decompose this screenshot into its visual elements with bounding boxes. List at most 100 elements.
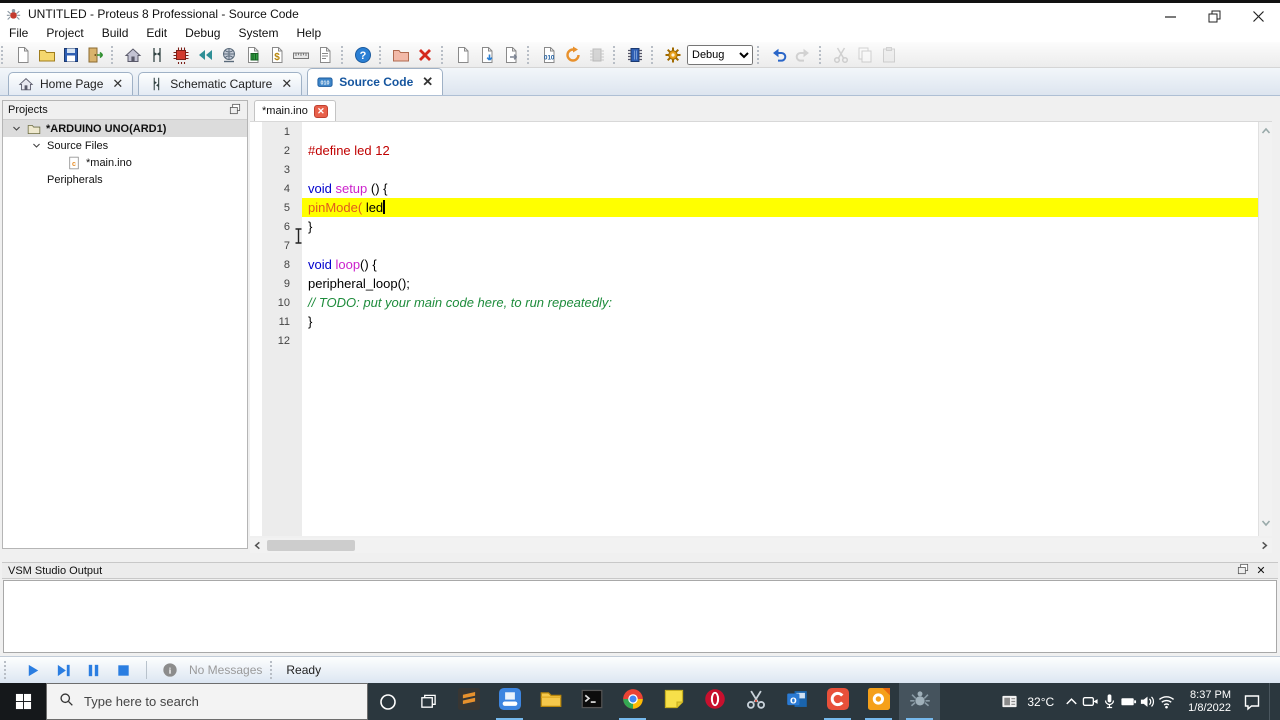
scroll-up-icon[interactable]: [1260, 124, 1272, 142]
close-source-file-button[interactable]: [413, 44, 437, 66]
chevron-up-icon[interactable]: [1063, 693, 1080, 710]
taskbar-app-chrome[interactable]: [612, 683, 653, 720]
temperature-label[interactable]: 32°C: [1027, 695, 1054, 709]
taskbar-search-input[interactable]: Type here to search: [46, 683, 368, 720]
cortana-icon[interactable]: [368, 683, 408, 720]
line-number: 9: [283, 277, 290, 290]
close-button[interactable]: [1236, 6, 1280, 26]
menu-item-edit[interactable]: Edit: [137, 25, 176, 42]
editor-horizontal-scrollbar[interactable]: [250, 538, 1272, 553]
open-project-button[interactable]: [35, 44, 59, 66]
tab-close-icon[interactable]: ✕: [112, 77, 123, 90]
design-notes-button[interactable]: [313, 44, 337, 66]
show-desktop-button[interactable]: [1269, 683, 1274, 720]
menu-item-system[interactable]: System: [229, 25, 287, 42]
open-source-file-button[interactable]: [389, 44, 413, 66]
code-line: 9 peripheral_loop();: [250, 274, 1258, 293]
menu-item-build[interactable]: Build: [93, 25, 138, 42]
windows-taskbar: Type here to search o 32°C 8:37 PM 1/8/2…: [0, 683, 1280, 720]
scroll-left-icon[interactable]: [250, 540, 265, 551]
settings-gear-button[interactable]: [661, 44, 685, 66]
play-button[interactable]: [18, 659, 48, 681]
debug-chip-button[interactable]: [623, 44, 647, 66]
float-panel-icon[interactable]: [228, 102, 242, 119]
tree-item-peripherals[interactable]: Peripherals: [3, 171, 247, 188]
float-panel-icon[interactable]: [1236, 562, 1250, 579]
start-button[interactable]: [0, 683, 46, 720]
tab-home-page[interactable]: Home Page ✕: [8, 72, 134, 95]
step-button[interactable]: [48, 659, 78, 681]
news-widget-icon[interactable]: [1001, 693, 1018, 710]
pause-button[interactable]: [78, 659, 108, 681]
help-button[interactable]: ?: [351, 44, 375, 66]
undo-button[interactable]: [767, 44, 791, 66]
import-source-file-button[interactable]: [475, 44, 499, 66]
tab-source-code[interactable]: 010 Source Code ✕: [307, 68, 444, 95]
menu-item-help[interactable]: Help: [287, 25, 330, 42]
menu-item-debug[interactable]: Debug: [176, 25, 229, 42]
restore-button[interactable]: [1192, 6, 1236, 26]
editor-vertical-scrollbar[interactable]: [1258, 122, 1272, 536]
tree-item--main-ino[interactable]: c *main.ino: [3, 154, 247, 171]
back-annotate-button[interactable]: [193, 44, 217, 66]
close-panel-icon[interactable]: ✕: [1250, 564, 1272, 577]
3d-visualizer-button[interactable]: [217, 44, 241, 66]
taskbar-app-gom-player[interactable]: [858, 683, 899, 720]
build-project-button[interactable]: 010: [537, 44, 561, 66]
microphone-icon[interactable]: [1101, 693, 1118, 710]
schematic-capture-button[interactable]: [145, 44, 169, 66]
cut-button: [829, 44, 853, 66]
taskbar-app-command-prompt[interactable]: [571, 683, 612, 720]
tree-item--arduino-uno-ard1-[interactable]: *ARDUINO UNO(ARD1): [3, 120, 247, 137]
design-explorer-button[interactable]: [241, 44, 265, 66]
code-editor[interactable]: 1 2 #define led 12 3 4 void setup () {5 pinMod…: [250, 122, 1258, 536]
action-center-icon[interactable]: [1243, 693, 1261, 711]
code-line: 11}: [250, 312, 1258, 331]
new-project-button[interactable]: [11, 44, 35, 66]
status-bar: i No Messages Ready: [0, 656, 1280, 683]
taskbar-app-sticky-notes[interactable]: [653, 683, 694, 720]
menu-item-file[interactable]: File: [0, 25, 37, 42]
pcb-layout-button[interactable]: [169, 44, 193, 66]
wifi-icon[interactable]: [1158, 693, 1175, 710]
taskbar-app-camtasia[interactable]: [817, 683, 858, 720]
taskbar-app-file-explorer[interactable]: [530, 683, 571, 720]
export-source-file-button[interactable]: [499, 44, 523, 66]
taskbar-app-outlook[interactable]: o: [776, 683, 817, 720]
taskbar-app-sublime-text[interactable]: [448, 683, 489, 720]
chevron-down-icon[interactable]: [31, 140, 43, 151]
new-source-file-button[interactable]: [451, 44, 475, 66]
horizontal-scroll-thumb[interactable]: [267, 540, 355, 551]
chevron-down-icon[interactable]: [11, 123, 23, 134]
menu-item-project[interactable]: Project: [37, 25, 92, 42]
svg-text:$: $: [274, 52, 280, 63]
save-project-button[interactable]: [59, 44, 83, 66]
tab-close-icon[interactable]: ✕: [422, 75, 433, 88]
taskbar-app-opera[interactable]: [694, 683, 735, 720]
editor-tab-close-icon[interactable]: ✕: [313, 104, 328, 118]
minimize-button[interactable]: [1148, 6, 1192, 26]
measurement-button[interactable]: [289, 44, 313, 66]
taskbar-clock[interactable]: 8:37 PM 1/8/2022: [1184, 689, 1235, 715]
tabschem-icon: [148, 76, 164, 92]
taskbar-app-snipping-tool[interactable]: [735, 683, 776, 720]
home-page-button[interactable]: [121, 44, 145, 66]
tab-schematic-capture[interactable]: Schematic Capture ✕: [138, 72, 303, 95]
editor-tab-main-ino[interactable]: *main.ino ✕: [254, 100, 336, 121]
import-project-button[interactable]: [83, 44, 107, 66]
taskbar-app-ev-capture[interactable]: [489, 683, 530, 720]
screen-recorder-icon[interactable]: [1082, 693, 1099, 710]
rebuild-project-button[interactable]: [561, 44, 585, 66]
tab-close-icon[interactable]: ✕: [281, 77, 292, 90]
taskbar-app-proteus[interactable]: [899, 683, 940, 720]
tree-item-source-files[interactable]: Source Files: [3, 137, 247, 154]
task-view-icon[interactable]: [408, 683, 448, 720]
stop-button[interactable]: [108, 659, 138, 681]
scroll-down-icon[interactable]: [1260, 516, 1272, 534]
speaker-icon[interactable]: [1139, 693, 1156, 710]
scroll-right-icon[interactable]: [1257, 540, 1272, 551]
copy-button: [853, 44, 877, 66]
debug-config-select[interactable]: Debug: [687, 44, 753, 65]
bill-of-materials-button[interactable]: $: [265, 44, 289, 66]
battery-icon[interactable]: [1120, 693, 1137, 710]
